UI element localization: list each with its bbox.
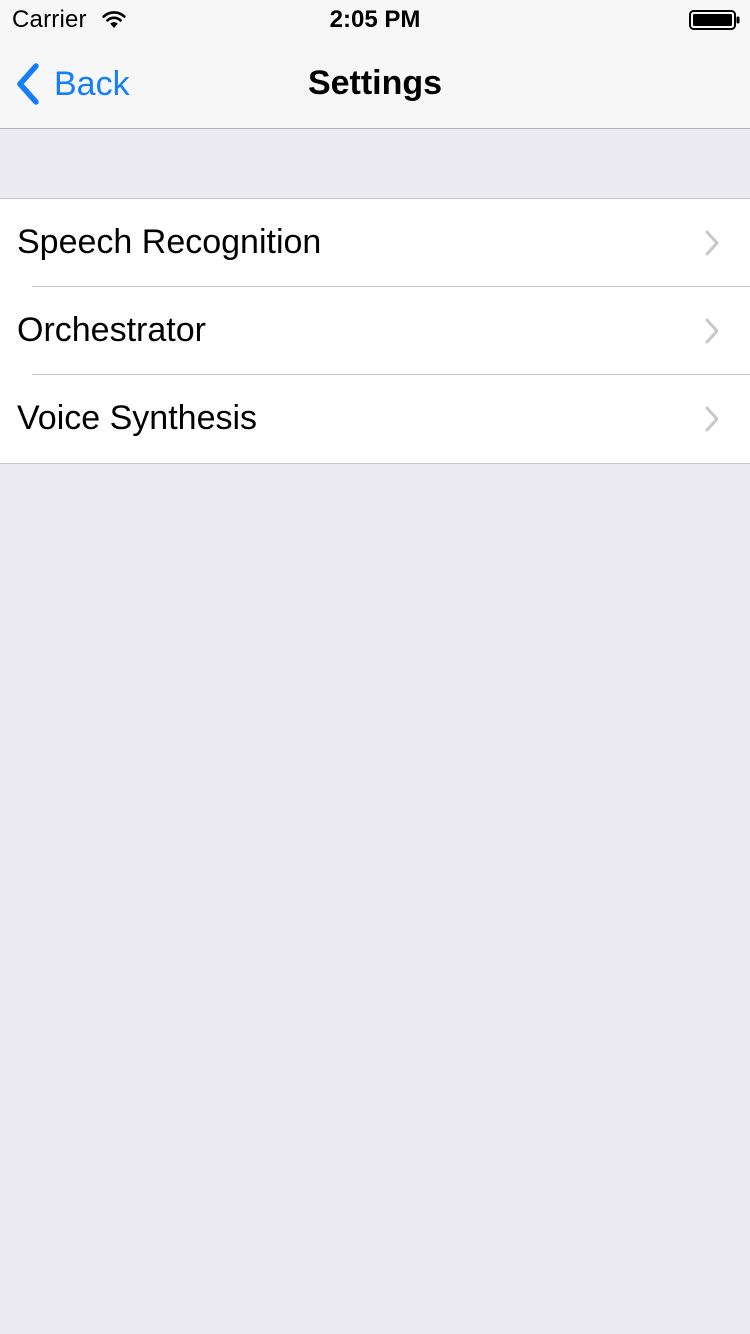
- status-bar: Carrier 2:05 PM: [0, 0, 750, 40]
- chevron-right-icon: [705, 318, 719, 344]
- list-item-voice-synthesis[interactable]: Voice Synthesis: [0, 374, 750, 463]
- status-time: 2:05 PM: [329, 6, 421, 33]
- list-item-label: Orchestrator: [17, 311, 206, 349]
- list-item-orchestrator[interactable]: Orchestrator: [0, 286, 750, 375]
- list-item-label: Voice Synthesis: [17, 399, 258, 437]
- navigation-bar: Back Settings: [0, 40, 750, 128]
- settings-list: Speech Recognition Orchestrator Voice Sy…: [0, 198, 750, 464]
- list-item-speech-recognition[interactable]: Speech Recognition: [0, 199, 750, 287]
- battery-icon: [689, 10, 740, 30]
- chevron-right-icon: [705, 230, 719, 256]
- top-chrome: Carrier 2:05 PM Back Settings: [0, 0, 750, 129]
- list-item-label: Speech Recognition: [17, 223, 322, 261]
- chevron-right-icon: [705, 406, 719, 432]
- page-title: Settings: [307, 64, 443, 102]
